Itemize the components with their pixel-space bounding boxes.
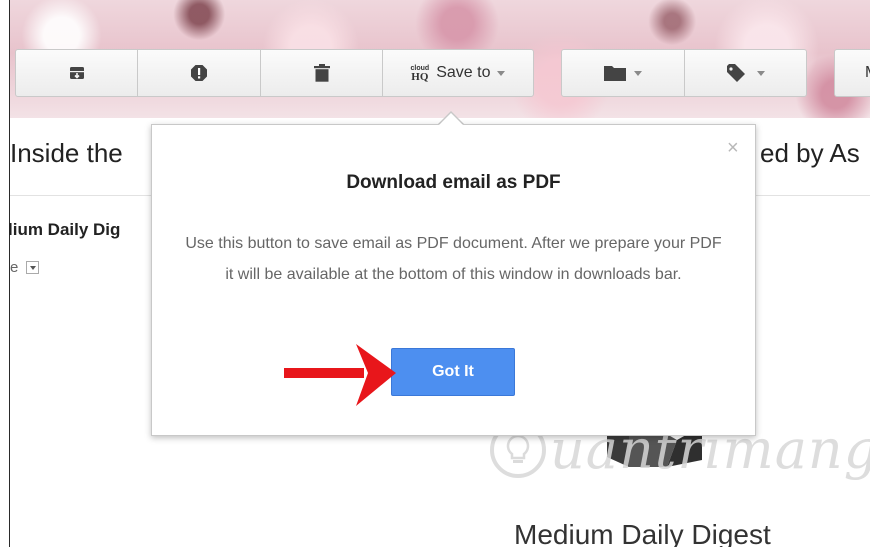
archive-button[interactable] <box>15 49 138 97</box>
delete-button[interactable] <box>260 49 383 97</box>
gmail-window: cloud HQ Save to M Inside the ed by As l… <box>0 0 870 547</box>
save-to-label: Save to <box>436 64 491 81</box>
more-button[interactable]: M <box>834 49 870 97</box>
folder-icon <box>604 66 626 81</box>
popup-title: Download email as PDF <box>346 172 561 193</box>
close-icon[interactable]: × <box>727 138 739 158</box>
recipient-text: e <box>10 259 19 276</box>
recipient-line: e <box>10 259 40 276</box>
move-to-button[interactable] <box>561 49 685 97</box>
more-button-label: M <box>865 64 870 82</box>
chevron-down-icon <box>634 70 642 76</box>
report-spam-icon <box>191 65 207 81</box>
chevron-down-icon <box>497 70 506 76</box>
sender-name: lium Daily Dig <box>8 220 121 239</box>
red-arrow-annotation <box>284 344 396 406</box>
email-subject-tail: ed by As <box>760 138 860 168</box>
cloudhq-logo-line2: HQ <box>411 71 429 83</box>
popup-pointer <box>438 113 464 126</box>
popup-description: Use this button to save email as PDF doc… <box>185 235 722 283</box>
labels-button[interactable] <box>684 49 807 97</box>
got-it-button[interactable]: Got It <box>391 348 515 396</box>
details-dropdown[interactable] <box>26 261 40 274</box>
chevron-down-icon <box>29 265 36 270</box>
archive-icon <box>69 67 84 79</box>
trash-icon <box>313 64 330 82</box>
save-to-button[interactable]: cloud HQ Save to <box>382 49 534 97</box>
chevron-down-icon <box>756 70 765 76</box>
tag-icon <box>726 64 745 82</box>
report-spam-button[interactable] <box>137 49 261 97</box>
email-body-title: Medium Daily Digest <box>514 519 771 547</box>
email-subject: Inside the <box>10 138 123 168</box>
cloudhq-logo-icon: cloud HQ <box>411 65 430 83</box>
